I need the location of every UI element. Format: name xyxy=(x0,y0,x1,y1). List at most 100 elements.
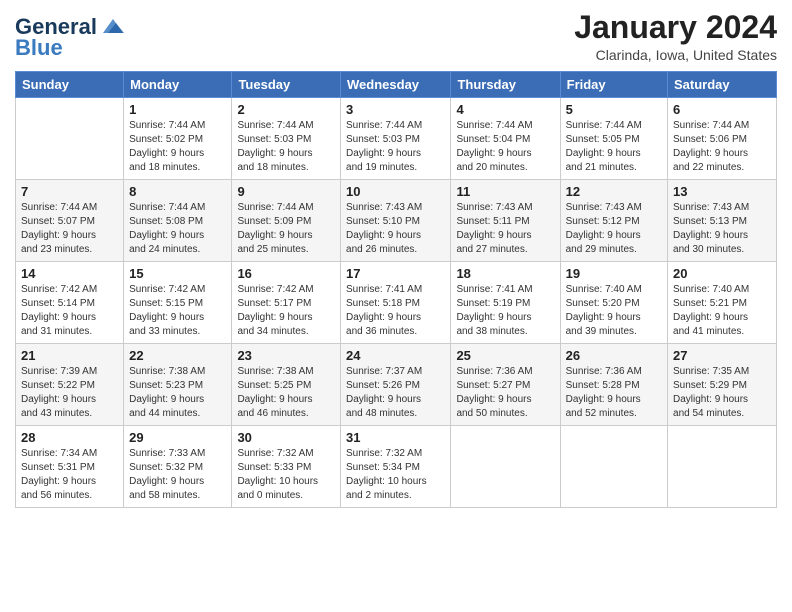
day-number: 23 xyxy=(237,348,335,363)
calendar-cell: 23 Sunrise: 7:38 AMSunset: 5:25 PMDayligh… xyxy=(232,344,341,426)
calendar-cell: 30 Sunrise: 7:32 AMSunset: 5:33 PMDayligh… xyxy=(232,426,341,508)
day-info: Sunrise: 7:42 AMSunset: 5:15 PMDaylight:… xyxy=(129,283,226,339)
title-section: January 2024 Clarinda, Iowa, United Stat… xyxy=(574,10,777,63)
day-number: 24 xyxy=(346,348,445,363)
calendar-cell: 28Sunrise: 7:34 AMSunset: 5:31 PMDayligh… xyxy=(16,426,124,508)
day-number: 26 xyxy=(566,348,662,363)
day-info: Sunrise: 7:36 AMSunset: 5:28 PMDaylight:… xyxy=(566,365,662,421)
weekday-header-monday: Monday xyxy=(124,72,232,98)
day-number: 2 xyxy=(237,102,335,117)
day-info: Sunrise: 7:42 AMSunset: 5:14 PMDaylight:… xyxy=(21,283,118,339)
calendar-cell: 31 Sunrise: 7:32 AMSunset: 5:34 PMDayligh… xyxy=(341,426,451,508)
day-number: 15 xyxy=(129,266,226,281)
day-info: Sunrise: 7:44 AMSunset: 5:06 PMDaylight:… xyxy=(673,119,771,175)
calendar-cell: 24 Sunrise: 7:37 AMSunset: 5:26 PMDayligh… xyxy=(341,344,451,426)
day-number: 20 xyxy=(673,266,771,281)
day-number: 3 xyxy=(346,102,445,117)
day-info: Sunrise: 7:36 AMSunset: 5:27 PMDaylight:… xyxy=(456,365,554,421)
day-info: Sunrise: 7:44 AMSunset: 5:03 PMDaylight:… xyxy=(237,119,335,175)
day-number: 30 xyxy=(237,430,335,445)
day-info: Sunrise: 7:44 AMSunset: 5:03 PMDaylight:… xyxy=(346,119,445,175)
weekday-header-friday: Friday xyxy=(560,72,667,98)
week-row-4: 21 Sunrise: 7:39 AMSunset: 5:22 PMDayligh… xyxy=(16,344,777,426)
day-number: 27 xyxy=(673,348,771,363)
header: General Blue January 2024 Clarinda, Iowa… xyxy=(15,10,777,63)
day-info: Sunrise: 7:37 AMSunset: 5:26 PMDaylight:… xyxy=(346,365,445,421)
day-number: 19 xyxy=(566,266,662,281)
day-info: Sunrise: 7:44 AMSunset: 5:07 PMDaylight:… xyxy=(21,201,118,257)
logo-blue: Blue xyxy=(15,36,126,60)
calendar-cell: 17Sunrise: 7:41 AMSunset: 5:18 PMDayligh… xyxy=(341,262,451,344)
week-row-5: 28Sunrise: 7:34 AMSunset: 5:31 PMDayligh… xyxy=(16,426,777,508)
day-info: Sunrise: 7:41 AMSunset: 5:19 PMDaylight:… xyxy=(456,283,554,339)
day-number: 21 xyxy=(21,348,118,363)
calendar-cell: 11Sunrise: 7:43 AMSunset: 5:11 PMDayligh… xyxy=(451,180,560,262)
day-number: 29 xyxy=(129,430,226,445)
day-number: 7 xyxy=(21,184,118,199)
day-info: Sunrise: 7:35 AMSunset: 5:29 PMDaylight:… xyxy=(673,365,771,421)
calendar-cell: 26 Sunrise: 7:36 AMSunset: 5:28 PMDayligh… xyxy=(560,344,667,426)
calendar-cell xyxy=(668,426,777,508)
calendar-cell: 7 Sunrise: 7:44 AMSunset: 5:07 PMDaylight… xyxy=(16,180,124,262)
calendar-cell: 5 Sunrise: 7:44 AMSunset: 5:05 PMDaylight… xyxy=(560,98,667,180)
weekday-header-saturday: Saturday xyxy=(668,72,777,98)
calendar-cell: 8 Sunrise: 7:44 AMSunset: 5:08 PMDaylight… xyxy=(124,180,232,262)
day-info: Sunrise: 7:38 AMSunset: 5:25 PMDaylight:… xyxy=(237,365,335,421)
day-number: 11 xyxy=(456,184,554,199)
logo-icon xyxy=(100,15,126,37)
day-info: Sunrise: 7:39 AMSunset: 5:22 PMDaylight:… xyxy=(21,365,118,421)
day-number: 14 xyxy=(21,266,118,281)
day-info: Sunrise: 7:38 AMSunset: 5:23 PMDaylight:… xyxy=(129,365,226,421)
calendar-cell: 14 Sunrise: 7:42 AMSunset: 5:14 PMDayligh… xyxy=(16,262,124,344)
calendar-cell: 3 Sunrise: 7:44 AMSunset: 5:03 PMDaylight… xyxy=(341,98,451,180)
day-number: 13 xyxy=(673,184,771,199)
day-info: Sunrise: 7:32 AMSunset: 5:33 PMDaylight:… xyxy=(237,447,335,503)
calendar-cell: 18 Sunrise: 7:41 AMSunset: 5:19 PMDayligh… xyxy=(451,262,560,344)
calendar-cell: 13 Sunrise: 7:43 AMSunset: 5:13 PMDayligh… xyxy=(668,180,777,262)
day-info: Sunrise: 7:43 AMSunset: 5:13 PMDaylight:… xyxy=(673,201,771,257)
day-number: 6 xyxy=(673,102,771,117)
calendar-cell xyxy=(560,426,667,508)
calendar-cell xyxy=(451,426,560,508)
logo-text: General Blue xyxy=(15,15,126,60)
calendar-cell: 12Sunrise: 7:43 AMSunset: 5:12 PMDayligh… xyxy=(560,180,667,262)
day-info: Sunrise: 7:44 AMSunset: 5:08 PMDaylight:… xyxy=(129,201,226,257)
calendar-cell: 21 Sunrise: 7:39 AMSunset: 5:22 PMDayligh… xyxy=(16,344,124,426)
day-info: Sunrise: 7:32 AMSunset: 5:34 PMDaylight:… xyxy=(346,447,445,503)
day-number: 31 xyxy=(346,430,445,445)
day-number: 28 xyxy=(21,430,118,445)
week-row-3: 14 Sunrise: 7:42 AMSunset: 5:14 PMDayligh… xyxy=(16,262,777,344)
calendar-cell: 29 Sunrise: 7:33 AMSunset: 5:32 PMDayligh… xyxy=(124,426,232,508)
day-number: 9 xyxy=(237,184,335,199)
day-info: Sunrise: 7:40 AMSunset: 5:20 PMDaylight:… xyxy=(566,283,662,339)
day-number: 8 xyxy=(129,184,226,199)
calendar-cell: 25 Sunrise: 7:36 AMSunset: 5:27 PMDayligh… xyxy=(451,344,560,426)
calendar-cell: 27 Sunrise: 7:35 AMSunset: 5:29 PMDayligh… xyxy=(668,344,777,426)
calendar-cell: 9Sunrise: 7:44 AMSunset: 5:09 PMDaylight… xyxy=(232,180,341,262)
week-row-1: 1Sunrise: 7:44 AMSunset: 5:02 PMDaylight… xyxy=(16,98,777,180)
month-title: January 2024 xyxy=(574,10,777,45)
week-row-2: 7 Sunrise: 7:44 AMSunset: 5:07 PMDaylight… xyxy=(16,180,777,262)
calendar-cell: 15 Sunrise: 7:42 AMSunset: 5:15 PMDayligh… xyxy=(124,262,232,344)
day-info: Sunrise: 7:41 AMSunset: 5:18 PMDaylight:… xyxy=(346,283,445,339)
logo: General Blue xyxy=(15,15,126,60)
day-number: 12 xyxy=(566,184,662,199)
day-number: 25 xyxy=(456,348,554,363)
calendar-cell xyxy=(16,98,124,180)
location: Clarinda, Iowa, United States xyxy=(574,47,777,63)
calendar-cell: 19 Sunrise: 7:40 AMSunset: 5:20 PMDayligh… xyxy=(560,262,667,344)
day-number: 5 xyxy=(566,102,662,117)
day-number: 22 xyxy=(129,348,226,363)
calendar-table: SundayMondayTuesdayWednesdayThursdayFrid… xyxy=(15,71,777,508)
calendar-cell: 1Sunrise: 7:44 AMSunset: 5:02 PMDaylight… xyxy=(124,98,232,180)
calendar-cell: 2 Sunrise: 7:44 AMSunset: 5:03 PMDaylight… xyxy=(232,98,341,180)
day-info: Sunrise: 7:33 AMSunset: 5:32 PMDaylight:… xyxy=(129,447,226,503)
day-number: 16 xyxy=(237,266,335,281)
day-number: 18 xyxy=(456,266,554,281)
day-info: Sunrise: 7:43 AMSunset: 5:10 PMDaylight:… xyxy=(346,201,445,257)
day-number: 4 xyxy=(456,102,554,117)
weekday-header-wednesday: Wednesday xyxy=(341,72,451,98)
day-info: Sunrise: 7:44 AMSunset: 5:05 PMDaylight:… xyxy=(566,119,662,175)
day-info: Sunrise: 7:44 AMSunset: 5:02 PMDaylight:… xyxy=(129,119,226,175)
day-info: Sunrise: 7:42 AMSunset: 5:17 PMDaylight:… xyxy=(237,283,335,339)
